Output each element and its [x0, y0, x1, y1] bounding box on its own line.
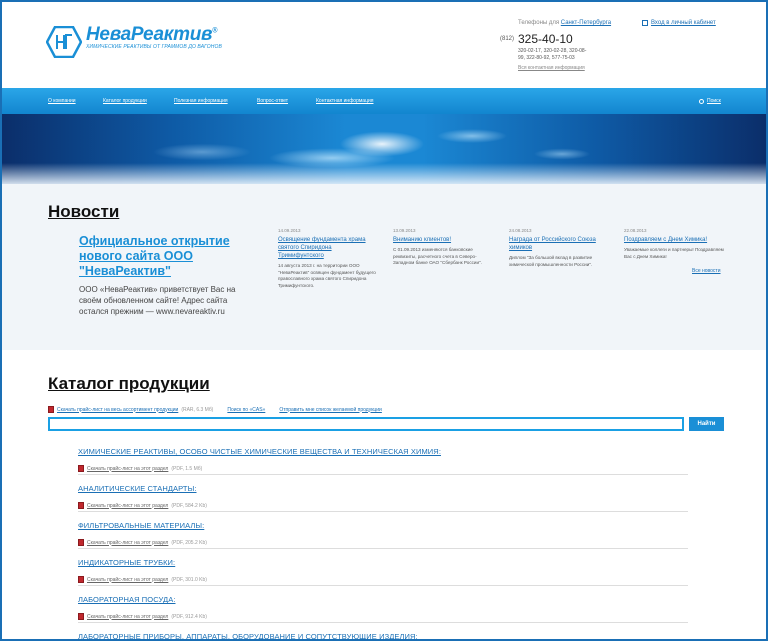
nav-item-catalog[interactable]: Каталог продукции — [103, 98, 147, 104]
file-size: (PDF, 584.2 Kb) — [171, 502, 207, 509]
phone-list: 320-02-17, 320-02-28, 320-08-99, 322-80-… — [518, 48, 587, 61]
category-link[interactable]: ХИМИЧЕСКИЕ РЕАКТИВЫ, ОСОБО ЧИСТЫЕ ХИМИЧЕ… — [78, 447, 441, 456]
cabinet-label: Вход в личный кабинет — [651, 20, 716, 26]
phones-caption: Телефоны для Санкт-Петербурга — [518, 20, 612, 26]
nav-search[interactable]: Поиск — [699, 98, 721, 104]
login-icon — [642, 20, 648, 26]
contacts-link[interactable]: Вся контактная информация — [518, 65, 585, 71]
list-item: ИНДИКАТОРНЫЕ ТРУБКИ: Скачать прайс-лист … — [78, 549, 688, 586]
list-item: ХИМИЧЕСКИЕ РЕАКТИВЫ, ОСОБО ЧИСТЫЕ ХИМИЧЕ… — [78, 438, 688, 475]
category-link[interactable]: ЛАБОРАТОРНАЯ ПОСУДА: — [78, 595, 176, 604]
cabinet-link[interactable]: Вход в личный кабинет — [642, 20, 716, 26]
list-item: АНАЛИТИЧЕСКИЕ СТАНДАРТЫ: Скачать прайс-л… — [78, 475, 688, 512]
download-all-link[interactable]: Скачать прайс-лист на весь ассортимент п… — [57, 407, 178, 413]
news-text: С 01.09.2013 изменяются банковские рекви… — [393, 247, 482, 265]
news-title[interactable]: Вниманию клиентов! — [393, 236, 493, 244]
page-frame: НеваРеактив® ХИМИЧЕСКИЕ РЕАКТИВЫ ОТ ГРАМ… — [0, 0, 768, 641]
download-section-link[interactable]: Скачать прайс-лист на этот раздел — [87, 614, 168, 620]
brand-tagline: ХИМИЧЕСКИЕ РЕАКТИВЫ ОТ ГРАММОВ ДО ВАГОНО… — [86, 44, 222, 50]
news-date: 24.08.2013 — [509, 228, 532, 233]
news-date: 14.09.2013 — [278, 228, 301, 233]
news-date: 22.08.2013 — [624, 228, 647, 233]
list-item: ЛАБОРАТОРНАЯ ПОСУДА: Скачать прайс-лист … — [78, 586, 688, 623]
search-icon — [699, 98, 704, 104]
search-cas-link[interactable]: Поиск по «CAS» — [227, 407, 265, 413]
main-news-title[interactable]: Официальное открытие нового сайта ООО "Н… — [79, 234, 259, 279]
file-size: (PDF, 1.5 Мб) — [171, 465, 203, 472]
news-section: Новости Официальное открытие нового сайт… — [2, 184, 766, 350]
news-item: 24.08.2013 Награда от Российского Союза … — [509, 228, 609, 268]
download-section-link[interactable]: Скачать прайс-лист на этот раздел — [87, 540, 168, 546]
phone-code: (812) — [500, 36, 515, 42]
news-title[interactable]: Поздравляем с Днем Химика! — [624, 236, 724, 244]
news-item: 14.09.2013 Освящение фундамента храма св… — [278, 228, 378, 289]
file-size: (PDF, 205.2 Kb) — [171, 539, 207, 546]
pdf-icon — [48, 406, 54, 413]
category-link[interactable]: АНАЛИТИЧЕСКИЕ СТАНДАРТЫ: — [78, 484, 197, 493]
pdf-icon — [78, 465, 84, 472]
news-date: 13.09.2013 — [393, 228, 416, 233]
brand-name[interactable]: НеваРеактив® — [86, 24, 217, 46]
news-heading[interactable]: Новости — [48, 202, 119, 222]
download-all-size: (RAR, 6.3 Мб) — [181, 406, 214, 413]
category-list: ХИМИЧЕСКИЕ РЕАКТИВЫ, ОСОБО ЧИСТЫЕ ХИМИЧЕ… — [78, 438, 688, 639]
banner-fade — [2, 114, 766, 184]
pdf-icon — [78, 576, 84, 583]
main-news-text: ООО «НеваРеактив» приветствует Вас на св… — [79, 285, 236, 316]
news-item: 22.08.2013 Поздравляем с Днем Химика! Ув… — [624, 228, 724, 260]
category-link[interactable]: ИНДИКАТОРНЫЕ ТРУБКИ: — [78, 558, 175, 567]
header: НеваРеактив® ХИМИЧЕСКИЕ РЕАКТИВЫ ОТ ГРАМ… — [2, 2, 766, 88]
category-link[interactable]: ЛАБОРАТОРНЫЕ ПРИБОРЫ, АППАРАТЫ, ОБОРУДОВ… — [78, 632, 418, 639]
catalog-actions: Скачать прайс-лист на весь ассортимент п… — [48, 406, 382, 413]
nav-item-contacts[interactable]: Контактная информация — [316, 98, 373, 104]
news-text: 14 августа 2013 г. на территории ООО "Не… — [278, 263, 376, 288]
download-section-link[interactable]: Скачать прайс-лист на этот раздел — [87, 577, 168, 583]
file-size: (PDF, 912.4 Kb) — [171, 613, 207, 620]
logo-icon[interactable] — [46, 26, 82, 58]
nav-item-useful-info[interactable]: Полезная информация — [174, 98, 228, 104]
send-list-link[interactable]: Отправить мне список желаемой продукции — [279, 407, 382, 413]
main-nav: О компании Каталог продукции Полезная ин… — [2, 88, 766, 114]
nav-search-label: Поиск — [707, 98, 721, 104]
category-link[interactable]: ФИЛЬТРОВАЛЬНЫЕ МАТЕРИАЛЫ: — [78, 521, 204, 530]
file-size: (PDF, 301.0 Kb) — [171, 576, 207, 583]
catalog-heading[interactable]: Каталог продукции — [48, 374, 210, 394]
pdf-icon — [78, 502, 84, 509]
search-button[interactable]: Найти — [689, 417, 724, 431]
pdf-icon — [78, 539, 84, 546]
download-section-link[interactable]: Скачать прайс-лист на этот раздел — [87, 466, 168, 472]
all-news-link[interactable]: Все новости — [692, 268, 721, 274]
nav-item-faq[interactable]: Вопрос-ответ — [257, 98, 288, 104]
news-text: Диплом "За большой вклад в развитие хими… — [509, 255, 593, 267]
city-link[interactable]: Санкт-Петербурга — [561, 20, 611, 26]
download-section-link[interactable]: Скачать прайс-лист на этот раздел — [87, 503, 168, 509]
news-text: Уважаемые коллеги и партнеры! Поздравляе… — [624, 247, 724, 259]
news-title[interactable]: Освящение фундамента храма святого Спири… — [278, 236, 378, 260]
catalog-search-input[interactable] — [48, 417, 684, 431]
nav-item-about[interactable]: О компании — [48, 98, 76, 104]
list-item: ЛАБОРАТОРНЫЕ ПРИБОРЫ, АППАРАТЫ, ОБОРУДОВ… — [78, 623, 688, 639]
list-item: ФИЛЬТРОВАЛЬНЫЕ МАТЕРИАЛЫ: Скачать прайс-… — [78, 512, 688, 549]
phone-main: 325-40-10 — [518, 32, 573, 46]
pdf-icon — [78, 613, 84, 620]
news-title[interactable]: Награда от Российского Союза химиков — [509, 236, 609, 252]
news-item: 13.09.2013 Вниманию клиентов! С 01.09.20… — [393, 228, 493, 267]
